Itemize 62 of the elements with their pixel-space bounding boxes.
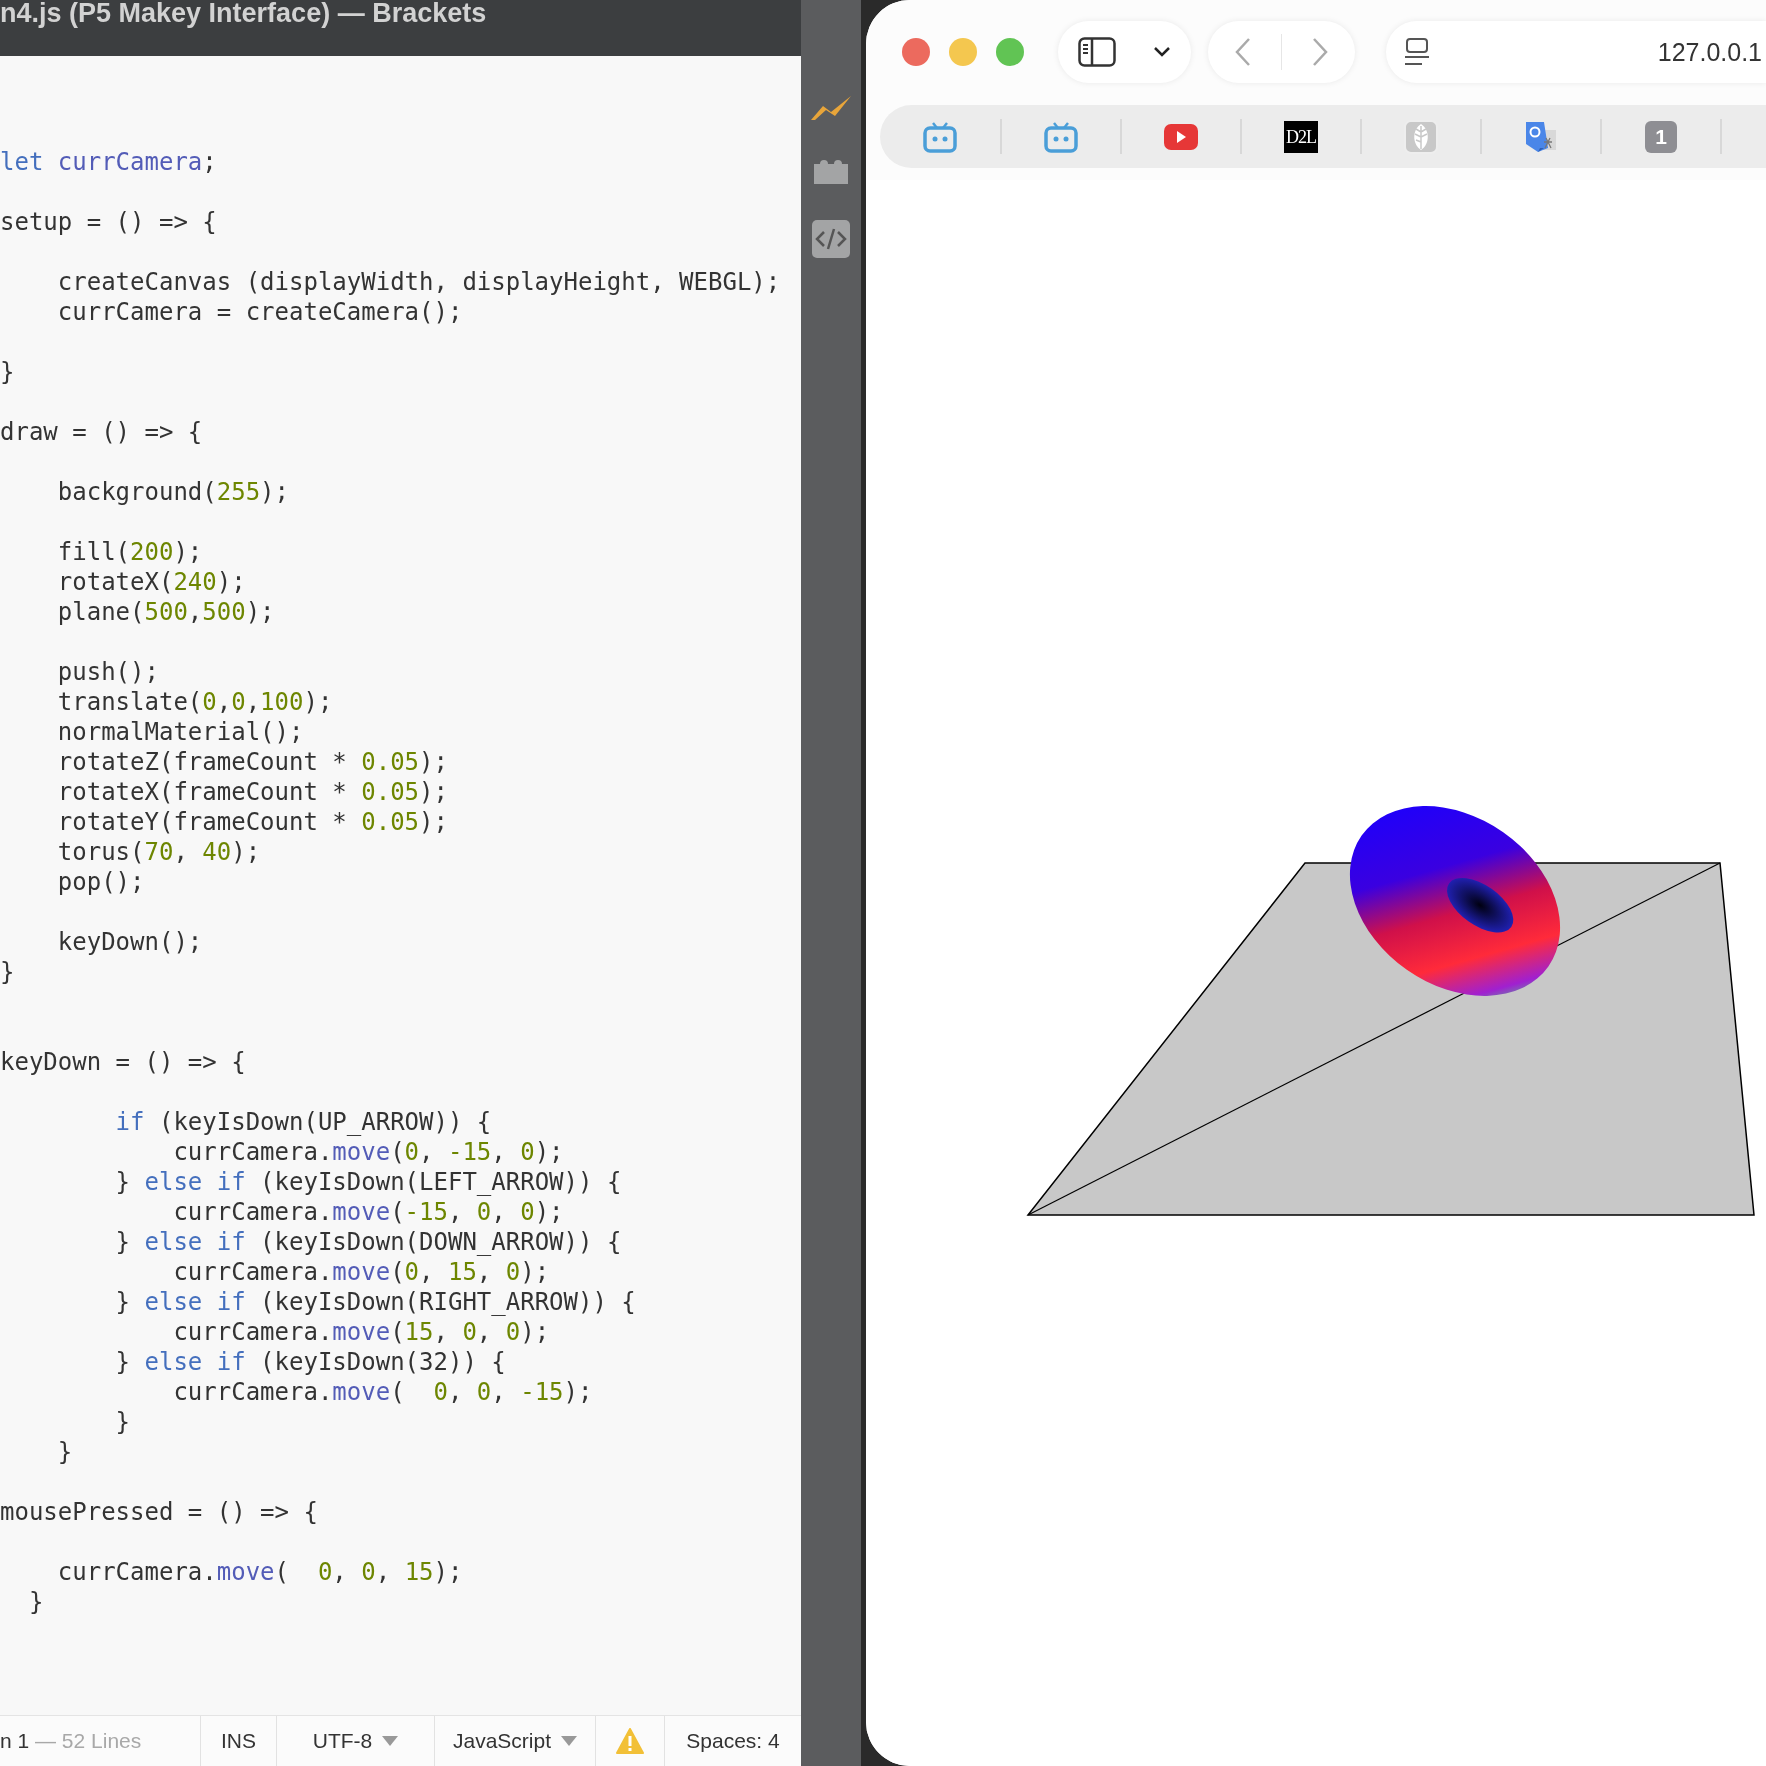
language-dropdown[interactable]: JavaScript (435, 1716, 596, 1766)
encoding-dropdown[interactable]: UTF-8 (277, 1716, 435, 1766)
close-button[interactable] (902, 38, 930, 66)
code-line: currCamera.move(15, 0, 0); (172, 1317, 550, 1347)
code-line: currCamera.move(-15, 0, 0); (172, 1197, 564, 1227)
zoom-button[interactable] (996, 38, 1024, 66)
code-line: background(255); (56, 477, 289, 507)
minimize-button[interactable] (949, 38, 977, 66)
code-line: currCamera = createCamera(); (56, 297, 463, 327)
code-line: keyDown = () => { (0, 1047, 246, 1077)
tv-icon[interactable] (1044, 120, 1078, 153)
code-icon[interactable] (812, 220, 850, 258)
sidebar-icon[interactable] (1078, 37, 1116, 67)
code-line: if (keyIsDown(UP_ARROW)) { (114, 1107, 492, 1137)
code-line: rotateX(frameCount * 0.05); (56, 777, 448, 807)
code-line: draw = () => { (0, 417, 203, 447)
insert-mode-toggle[interactable]: INS (201, 1716, 277, 1766)
code-line: rotateY(frameCount * 0.05); (56, 807, 448, 837)
reader-icon[interactable] (1404, 37, 1430, 67)
code-line: createCanvas (displayWidth, displayHeight, WEBGL); (56, 267, 781, 297)
code-line: currCamera.move( 0, 0, 15); (56, 1557, 463, 1587)
code-line: } else if (keyIsDown(DOWN_ARROW)) { (114, 1227, 622, 1257)
lightning-icon[interactable] (809, 94, 853, 122)
play-icon[interactable] (1164, 123, 1198, 150)
code-line: } else if (keyIsDown(RIGHT_ARROW)) { (114, 1287, 636, 1317)
code-line: currCamera.move( 0, 0, -15); (172, 1377, 593, 1407)
code-line: } (27, 1587, 44, 1617)
translate-icon[interactable] (1524, 119, 1558, 154)
code-line: translate(0,0,100); (56, 687, 333, 717)
code-line: setup = () => { (0, 207, 217, 237)
code-line: } (0, 357, 15, 387)
cursor-position: n 1 (0, 1729, 30, 1753)
code-line: } (114, 1407, 131, 1437)
warning-icon[interactable] (616, 1728, 644, 1754)
url-text: 127.0.0.1 (1657, 37, 1762, 67)
code-line: currCamera.move(0, 15, 0); (172, 1257, 550, 1287)
code-line: rotateZ(frameCount * 0.05); (56, 747, 448, 777)
back-icon[interactable] (1234, 37, 1252, 67)
indentation-setting[interactable]: Spaces: 4 (665, 1716, 801, 1766)
window-title: n4.js (P5 Makey Interface) — Brackets (0, 0, 488, 26)
code-line: rotateX(240); (56, 567, 246, 597)
code-line: let currCamera; (0, 147, 217, 177)
code-line: keyDown(); (56, 927, 203, 957)
forward-icon[interactable] (1311, 37, 1329, 67)
code-line: currCamera.move(0, -15, 0); (172, 1137, 564, 1167)
code-line: plane(500,500); (56, 597, 275, 627)
code-line: pop(); (56, 867, 145, 897)
code-line: } else if (keyIsDown(32)) { (114, 1347, 506, 1377)
tv-icon[interactable] (923, 120, 957, 153)
code-line: } (56, 1437, 73, 1467)
code-line: } (0, 957, 15, 987)
code-line: mousePressed = () => { (0, 1497, 318, 1527)
line-count: — 52 Lines (34, 1729, 142, 1753)
code-line: torus(70, 40); (56, 837, 261, 867)
code-line: } else if (keyIsDown(LEFT_ARROW)) { (114, 1167, 622, 1197)
address-bar[interactable]: 127.0.0.1 (1386, 21, 1766, 83)
code-line: normalMaterial(); (56, 717, 304, 747)
code-line: fill(200); (56, 537, 203, 567)
code-line: push(); (56, 657, 159, 687)
leaf-icon[interactable] (1404, 119, 1438, 154)
bookmark-logo[interactable]: D2L (1284, 120, 1318, 153)
chevron-down-icon[interactable] (1153, 46, 1171, 58)
